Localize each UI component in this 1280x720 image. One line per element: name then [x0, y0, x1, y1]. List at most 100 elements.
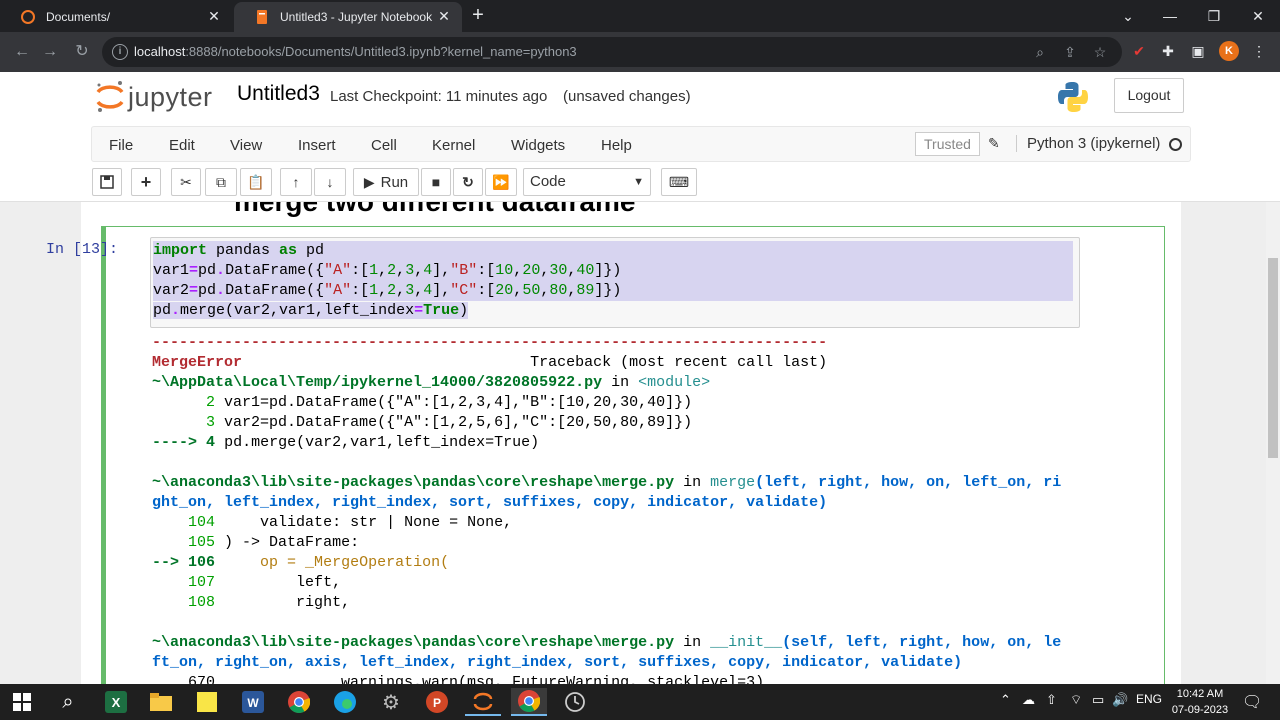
menu-kernel[interactable]: Kernel	[432, 137, 475, 154]
menu-container: File Edit View Insert Cell Kernel Widget…	[91, 126, 1191, 162]
error-name: MergeError	[152, 354, 243, 371]
side-panel-icon[interactable]: ▣	[1187, 40, 1209, 62]
volume-icon[interactable]: 🔊	[1112, 692, 1128, 708]
jupyter-header: jupyter Untitled3 Last Checkpoint: 11 mi…	[0, 72, 1280, 124]
cut-button[interactable]: ✂	[171, 168, 201, 196]
edge-icon[interactable]	[327, 688, 363, 716]
menu-cell[interactable]: Cell	[371, 137, 397, 154]
save-icon	[100, 175, 114, 189]
markdown-heading[interactable]: merge two different dataframe	[234, 202, 635, 218]
restart-icon: ↻	[462, 173, 474, 190]
plus-icon: +	[140, 171, 152, 192]
tab-title: Documents/	[46, 10, 111, 24]
extensions-puzzle-icon[interactable]: ✚	[1157, 40, 1179, 62]
move-down-button[interactable]: ↓	[314, 168, 346, 196]
copy-button[interactable]: ⧉	[205, 168, 237, 196]
close-icon[interactable]: ✕	[436, 8, 452, 24]
menu-help[interactable]: Help	[601, 137, 632, 154]
menu-insert[interactable]: Insert	[298, 137, 336, 154]
menu-widgets[interactable]: Widgets	[511, 137, 565, 154]
notebook-favicon-icon	[257, 10, 267, 24]
scrollbar-thumb[interactable]	[1268, 258, 1278, 458]
jupyter-taskbar-icon[interactable]	[465, 688, 501, 716]
page-scrollbar[interactable]	[1266, 202, 1280, 684]
browser-toolbar: ← → ↻ i localhost:8888/notebooks/Documen…	[0, 32, 1280, 72]
save-button[interactable]	[92, 168, 122, 196]
extension-check-icon[interactable]: ✔	[1128, 40, 1150, 62]
logout-button[interactable]: Logout	[1114, 78, 1184, 113]
reload-icon[interactable]: ↻	[70, 40, 94, 64]
notebook-toolbar: + ✂ ⧉ 📋 ↑ ↓ ▶ Run ■ ↻ ⏩ Code ▼ ⌨	[0, 164, 1280, 202]
jupyter-favicon-icon	[21, 10, 35, 24]
chevron-down-icon: ▼	[633, 176, 644, 188]
menu-edit[interactable]: Edit	[169, 137, 195, 154]
clock-app-icon[interactable]	[557, 688, 593, 716]
tray-chevron-up-icon[interactable]: ⌃	[1000, 692, 1011, 708]
file-explorer-icon[interactable]	[143, 688, 179, 716]
command-palette-button[interactable]: ⌨	[661, 168, 697, 196]
clock[interactable]: 10:42 AM 07-09-2023	[1168, 686, 1232, 718]
sticky-notes-icon[interactable]	[189, 688, 225, 716]
network-icon[interactable]: ☁	[1022, 692, 1035, 708]
menu-view[interactable]: View	[230, 137, 262, 154]
autosave-status: (unsaved changes)	[563, 88, 691, 105]
move-up-button[interactable]: ↑	[280, 168, 312, 196]
paste-button[interactable]: 📋	[240, 168, 272, 196]
restart-run-all-button[interactable]: ⏩	[485, 168, 517, 196]
interrupt-button[interactable]: ■	[421, 168, 451, 196]
address-bar[interactable]: i localhost:8888/notebooks/Documents/Unt…	[102, 37, 1122, 67]
pencil-icon[interactable]: ✎	[988, 135, 1004, 151]
restore-icon[interactable]: ❐	[1192, 0, 1236, 32]
svg-text:X: X	[112, 695, 121, 710]
traceback-file-3: ~\anaconda3\lib\site-packages\pandas\cor…	[152, 634, 675, 651]
url-text[interactable]: localhost:8888/notebooks/Documents/Untit…	[134, 44, 577, 59]
language-indicator[interactable]: ENG	[1136, 692, 1162, 706]
profile-avatar[interactable]: K	[1219, 41, 1239, 61]
stop-icon: ■	[431, 174, 441, 190]
word-icon[interactable]: W	[235, 688, 271, 716]
windows-start-icon[interactable]	[4, 688, 40, 716]
menu-file[interactable]: File	[109, 137, 133, 154]
settings-gear-icon[interactable]: ⚙	[373, 688, 409, 716]
window-close-icon[interactable]: ✕	[1236, 0, 1280, 32]
site-info-icon[interactable]: i	[112, 44, 128, 60]
chrome-active-icon[interactable]	[511, 688, 547, 716]
kernel-idle-indicator-icon	[1169, 138, 1182, 151]
restart-button[interactable]: ↻	[453, 168, 483, 196]
forward-arrow-icon[interactable]: →	[38, 40, 62, 64]
back-arrow-icon[interactable]: ←	[10, 40, 34, 64]
new-tab-plus-icon[interactable]: +	[468, 5, 488, 26]
notifications-icon[interactable]: 🗨	[1242, 692, 1262, 712]
windows-taskbar: ⌕ X W ⚙ P ⌃ ☁ ⇧ ⌔ ▭ 🔊 ENG 10:42 AM 07-09…	[0, 684, 1280, 720]
powerpoint-icon[interactable]: P	[419, 688, 455, 716]
battery-icon[interactable]: ▭	[1092, 692, 1104, 708]
run-button[interactable]: ▶ Run	[353, 168, 419, 196]
copy-icon: ⧉	[216, 173, 226, 190]
minimize-icon[interactable]: —	[1148, 0, 1192, 32]
close-icon[interactable]: ✕	[206, 8, 222, 24]
chrome-icon[interactable]	[281, 688, 317, 716]
jupyter-logo[interactable]: jupyter	[94, 78, 224, 114]
jupyter-wordmark: jupyter	[128, 82, 213, 112]
bookmark-star-icon[interactable]: ☆	[1092, 44, 1108, 60]
search-icon[interactable]: ⌕	[50, 688, 86, 716]
share-icon[interactable]: ⇪	[1062, 44, 1078, 60]
paste-icon: 📋	[247, 173, 265, 190]
code-text[interactable]: import pandas as pd var1=pd.DataFrame({"…	[153, 241, 1073, 321]
code-editor[interactable]: import pandas as pd var1=pd.DataFrame({"…	[150, 237, 1080, 328]
kernel-name[interactable]: Python 3 (ipykernel)	[1016, 135, 1160, 152]
tab-search-chevron-icon[interactable]: ⌄	[1106, 0, 1150, 32]
menu-bar: File Edit View Insert Cell Kernel Widget…	[0, 124, 1280, 164]
zoom-icon[interactable]: ⌕	[1032, 44, 1048, 60]
onedrive-icon[interactable]: ⇧	[1046, 692, 1057, 708]
browser-menu-icon[interactable]: ⋮	[1248, 40, 1270, 62]
wifi-icon[interactable]: ⌔	[1070, 692, 1082, 708]
insert-cell-button[interactable]: +	[131, 168, 161, 196]
notebook-name[interactable]: Untitled3	[237, 82, 320, 106]
tab-documents[interactable]: Documents/ ✕	[0, 2, 232, 32]
excel-icon[interactable]: X	[98, 688, 134, 716]
trusted-badge[interactable]: Trusted	[915, 132, 980, 156]
tab-untitled3[interactable]: Untitled3 - Jupyter Notebook ✕	[234, 2, 462, 32]
clock-date: 07-09-2023	[1171, 704, 1229, 716]
cell-type-select[interactable]: Code ▼	[523, 168, 651, 196]
